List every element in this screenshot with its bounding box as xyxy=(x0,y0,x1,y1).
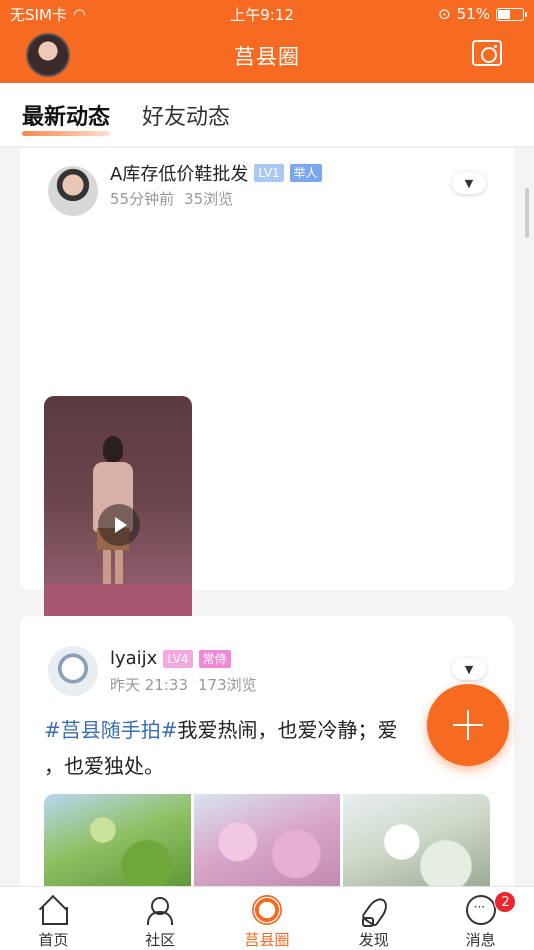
photo-thumbnail[interactable] xyxy=(193,794,341,886)
avatar[interactable] xyxy=(26,33,70,77)
author-line: A库存低价鞋批发 LV1 举人 xyxy=(110,160,322,186)
home-icon xyxy=(38,895,69,925)
role-badge: 常侍 xyxy=(198,649,231,668)
unread-badge: 2 xyxy=(494,891,517,913)
feed-list[interactable]: A库存低价鞋批发 LV1 举人 55分钟前 35浏览 ▼ 分享 xyxy=(0,148,534,886)
post-header: A库存低价鞋批发 LV1 举人 55分钟前 35浏览 ▼ xyxy=(20,148,514,218)
author-name[interactable]: lyaijx xyxy=(110,648,157,669)
role-badge: 举人 xyxy=(289,164,322,182)
nav-label: 社区 xyxy=(145,931,176,949)
nav-label: 莒县圈 xyxy=(244,931,290,949)
nav-label: 发现 xyxy=(358,931,389,949)
post-time: 昨天 21:33 xyxy=(110,676,188,694)
clock: 上午9:12 xyxy=(230,5,294,24)
post-text-continued: ，也爱独处。 xyxy=(44,754,164,778)
post-body: #莒县随手拍#我爱热闹，也爱冷静；爱 ，也爱独处。 xyxy=(44,712,484,784)
battery-icon xyxy=(496,7,527,21)
community-icon xyxy=(145,895,175,925)
photo-gallery xyxy=(44,794,490,886)
post-meta: 昨天 21:33 173浏览 xyxy=(110,674,257,695)
view-count: 35浏览 xyxy=(184,190,234,208)
play-icon[interactable] xyxy=(98,504,140,546)
status-bar: 无SIM卡 ◠ 上午9:12 ⊙ 51% xyxy=(0,0,534,28)
author-name[interactable]: A库存低价鞋批发 xyxy=(110,160,248,186)
nav-label: 首页 xyxy=(38,931,69,949)
bottom-nav: 首页 社区 莒县圈 发现 消息 2 xyxy=(0,886,534,950)
level-badge: LV1 xyxy=(254,164,284,182)
wifi-icon: ◠ xyxy=(72,5,86,23)
view-count: 173浏览 xyxy=(198,676,257,694)
hashtag-link[interactable]: #莒县随手拍# xyxy=(44,718,178,742)
post-time: 55分钟前 xyxy=(110,190,175,208)
author-line: lyaijx LV4 常侍 xyxy=(110,648,231,669)
level-badge: LV4 xyxy=(163,649,193,668)
rocket-icon xyxy=(359,895,389,927)
carrier-label: 无SIM卡 xyxy=(10,5,67,24)
nav-label: 消息 xyxy=(465,931,496,949)
photo-thumbnail[interactable] xyxy=(343,794,490,886)
circle-icon xyxy=(251,895,282,925)
feed-tabs: 最新动态 好友动态 xyxy=(0,83,534,147)
top-bar: 无SIM卡 ◠ 上午9:12 ⊙ 51% 莒县圈 xyxy=(0,0,534,83)
page-title: 莒县圈 xyxy=(234,44,300,69)
tab-latest[interactable]: 最新动态 xyxy=(22,99,111,136)
tab-friends[interactable]: 好友动态 xyxy=(142,99,230,131)
nav-community[interactable]: 社区 xyxy=(107,887,214,950)
camera-icon[interactable] xyxy=(472,40,502,66)
post-text: 我爱热闹，也爱冷静；爱 xyxy=(177,718,398,742)
author-avatar[interactable] xyxy=(48,166,98,216)
author-avatar[interactable] xyxy=(48,646,98,696)
message-icon xyxy=(465,895,496,925)
post-menu-chevron-icon[interactable]: ▼ xyxy=(452,172,486,194)
nav-home[interactable]: 首页 xyxy=(0,887,107,950)
nav-circle[interactable]: 莒县圈 xyxy=(214,887,321,950)
nav-messages[interactable]: 消息 2 xyxy=(427,887,534,950)
post-header: lyaijx LV4 常侍 昨天 21:33 173浏览 ▼ xyxy=(20,616,514,696)
scrollbar[interactable] xyxy=(525,188,529,238)
orientation-lock-icon: ⊙ xyxy=(438,5,451,23)
post-meta: 55分钟前 35浏览 xyxy=(110,188,233,209)
add-post-button[interactable] xyxy=(427,684,509,766)
post-card: A库存低价鞋批发 LV1 举人 55分钟前 35浏览 ▼ 分享 xyxy=(20,148,514,710)
battery-percent: 51% xyxy=(456,5,490,23)
app-header: 莒县圈 xyxy=(0,28,534,83)
post-menu-chevron-icon[interactable]: ▼ xyxy=(452,658,486,680)
photo-thumbnail[interactable] xyxy=(44,794,191,886)
nav-discover[interactable]: 发现 xyxy=(320,887,427,950)
